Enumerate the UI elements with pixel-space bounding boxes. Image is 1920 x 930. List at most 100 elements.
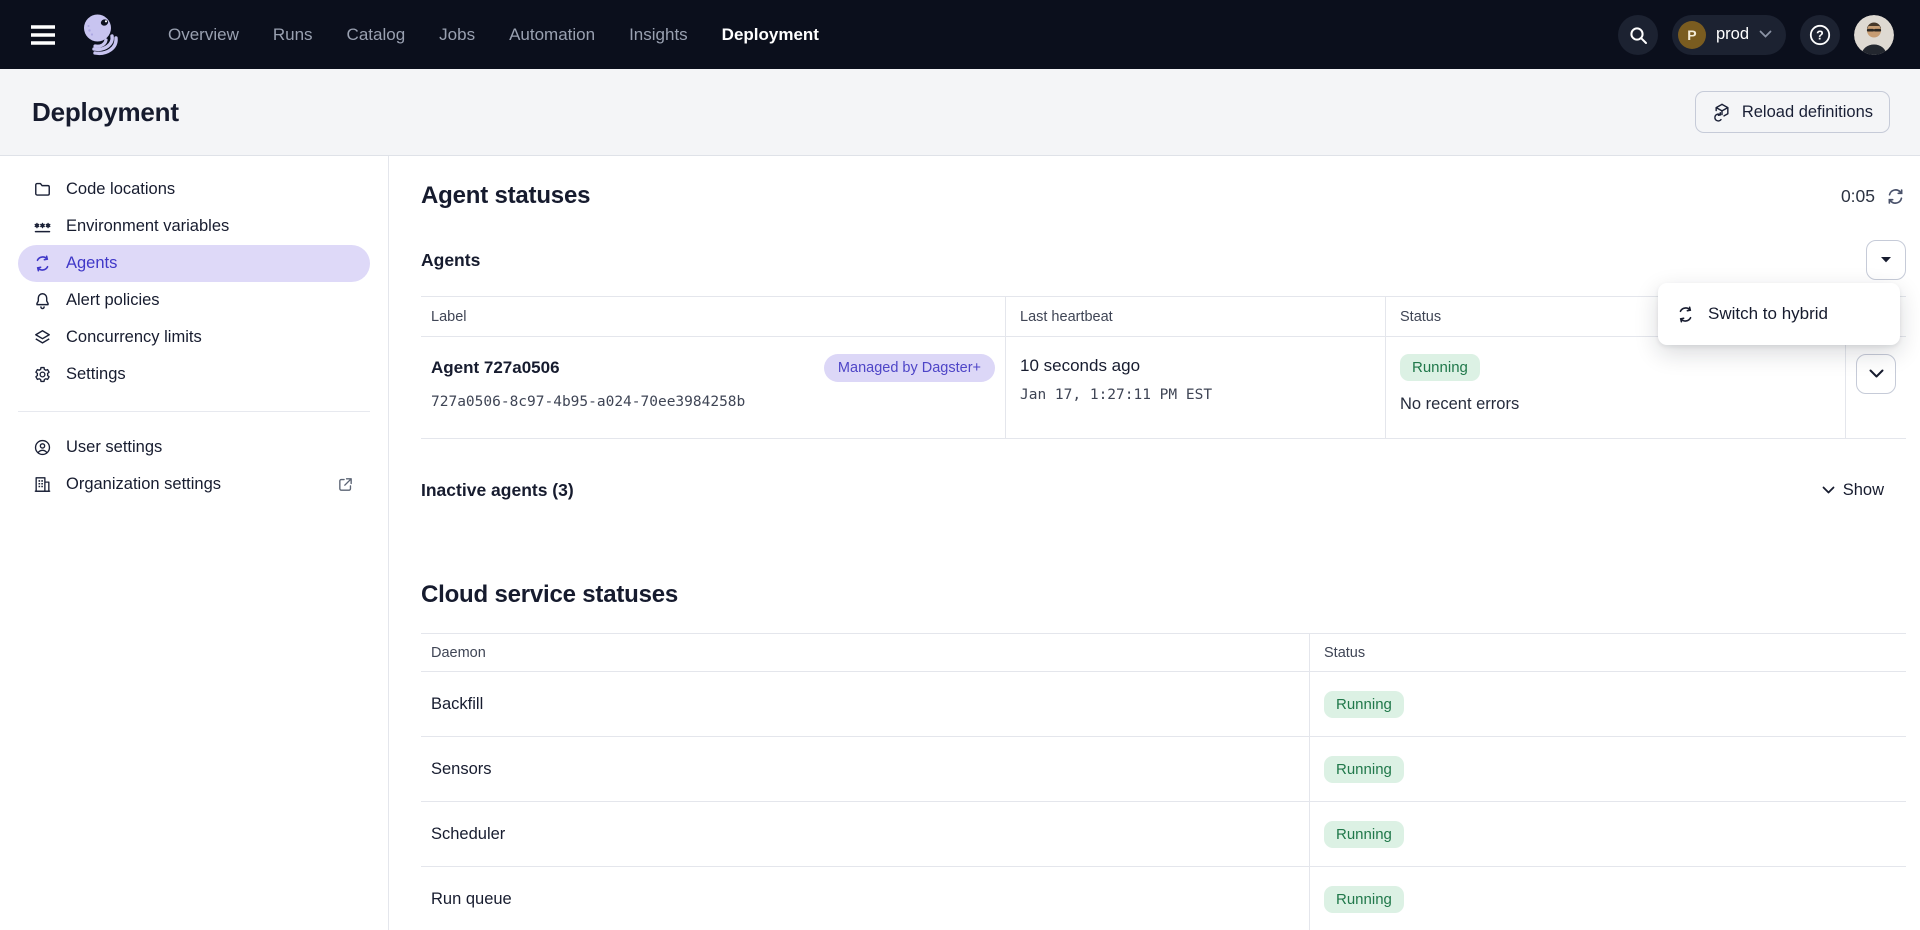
deployment-avatar: P [1678,21,1706,49]
nav-item-deployment[interactable]: Deployment [722,25,819,45]
column-header-daemon: Daemon [421,634,1309,672]
cloud-service-statuses-heading: Cloud service statuses [421,581,678,609]
help-button[interactable]: ? [1800,15,1840,55]
search-icon [1628,25,1648,45]
show-label: Show [1843,481,1884,500]
dagster-logo[interactable] [76,10,122,60]
chevron-down-icon [1822,486,1835,495]
sidebar-item-label: Alert policies [66,291,160,310]
agent-icon [33,254,52,273]
sidebar-item-alert-policies[interactable]: Alert policies [18,282,370,319]
menu-item-label: Switch to hybrid [1708,304,1828,324]
section-title-agent-statuses: Agent statuses [421,182,590,210]
inactive-agents-heading: Inactive agents (3) [421,480,574,501]
user-icon [33,438,52,457]
nav-right: P prod ? [1618,15,1894,55]
refresh-icon[interactable] [1885,186,1906,207]
user-avatar[interactable] [1854,15,1894,55]
agent-row-expand-button[interactable] [1856,354,1896,394]
nav-item-runs[interactable]: Runs [273,25,313,45]
caret-down-icon [1880,256,1892,264]
main-content: Agent statuses 0:05 Agents [389,156,1920,930]
search-button[interactable] [1618,15,1658,55]
sidebar-item-code-locations[interactable]: Code locations [18,171,370,208]
sidebar-item-label: Code locations [66,180,175,199]
managed-by-badge: Managed by Dagster+ [824,354,995,382]
agent-name: Agent 727a0506 [431,358,560,378]
nav-item-overview[interactable]: Overview [168,25,239,45]
sidebar-item-label: Environment variables [66,217,229,236]
daemon-name: Backfill [421,672,1309,737]
agent-row-actions-cell [1845,337,1906,439]
chevron-down-icon [1869,369,1884,379]
heartbeat-relative: 10 seconds ago [1020,356,1371,376]
primary-nav: Overview Runs Catalog Jobs Automation In… [168,25,819,45]
help-icon: ? [1808,23,1832,47]
sidebar-item-concurrency-limits[interactable]: Concurrency limits [18,319,370,356]
daemon-name: Run queue [421,867,1309,930]
nav-left: Overview Runs Catalog Jobs Automation In… [28,10,819,60]
daemon-status-cell: Running [1309,867,1906,930]
column-header-status: Status [1309,634,1906,672]
external-link-icon [337,476,354,493]
daemon-status-cell: Running [1309,672,1906,737]
sidebar-item-agents[interactable]: Agents [18,245,370,282]
sidebar-divider [18,411,370,412]
chevron-down-icon [1759,30,1772,39]
sidebar-item-label: Agents [66,254,117,273]
sidebar-item-label: Settings [66,365,126,384]
nav-item-jobs[interactable]: Jobs [439,25,475,45]
sidebar-item-environment-variables[interactable]: Environment variables [18,208,370,245]
agent-actions-menu: Switch to hybrid [1658,283,1900,345]
status-badge: Running [1324,756,1404,783]
daemon-name: Sensors [421,737,1309,802]
nav-item-catalog[interactable]: Catalog [347,25,406,45]
sidebar-item-user-settings[interactable]: User settings [18,429,370,466]
deployment-switcher[interactable]: P prod [1672,15,1786,55]
column-header-label: Label [421,297,1005,337]
daemon-status-cell: Running [1309,802,1906,867]
page-title: Deployment [32,97,179,128]
agent-label-cell: Agent 727a0506 Managed by Dagster+ 727a0… [421,337,1005,439]
sidebar-item-label: Organization settings [66,475,323,494]
top-nav: Overview Runs Catalog Jobs Automation In… [0,0,1920,69]
svg-text:?: ? [1816,28,1824,42]
sidebar-item-organization-settings[interactable]: Organization settings [18,466,370,503]
deployment-switcher-label: prod [1716,25,1749,44]
heartbeat-timestamp: Jan 17, 1:27:11 PM EST [1020,387,1371,403]
agent-actions-dropdown-button[interactable] [1866,240,1906,280]
column-header-last-heartbeat: Last heartbeat [1005,297,1385,337]
nav-item-insights[interactable]: Insights [629,25,688,45]
bell-icon [33,291,52,310]
sidebar-item-settings[interactable]: Settings [18,356,370,393]
agent-heartbeat-cell: 10 seconds ago Jan 17, 1:27:11 PM EST [1005,337,1385,439]
nav-item-automation[interactable]: Automation [509,25,595,45]
page-header: Deployment Reload definitions [0,69,1920,156]
agent-icon [1676,305,1695,324]
env-vars-icon [33,217,52,236]
folder-icon [33,180,52,199]
daemon-status-cell: Running [1309,737,1906,802]
refresh-countdown: 0:05 [1841,186,1875,207]
status-detail: No recent errors [1400,395,1831,414]
gear-icon [33,365,52,384]
sidebar-item-label: Concurrency limits [66,328,202,347]
daemon-name: Scheduler [421,802,1309,867]
deployment-sidebar: Code locations Environment variables [0,156,389,930]
cloud-services-table: Daemon Status Backfill Running Sensors R… [421,633,1906,930]
agent-id: 727a0506-8c97-4b95-a024-70ee3984258b [431,394,995,410]
status-badge: Running [1324,691,1404,718]
status-badge: Running [1324,821,1404,848]
status-badge: Running [1324,886,1404,913]
hamburger-menu-icon[interactable] [28,20,58,50]
building-icon [33,475,52,494]
agents-heading: Agents [421,250,480,271]
menu-item-switch-to-hybrid[interactable]: Switch to hybrid [1658,293,1900,335]
status-badge: Running [1400,354,1480,381]
refresh-countdown-group: 0:05 [1841,186,1906,207]
layers-icon [33,328,52,347]
show-inactive-toggle[interactable]: Show [1822,481,1884,500]
agent-status-cell: Running No recent errors [1385,337,1845,439]
reload-definitions-label: Reload definitions [1742,103,1873,122]
reload-definitions-button[interactable]: Reload definitions [1695,91,1890,133]
